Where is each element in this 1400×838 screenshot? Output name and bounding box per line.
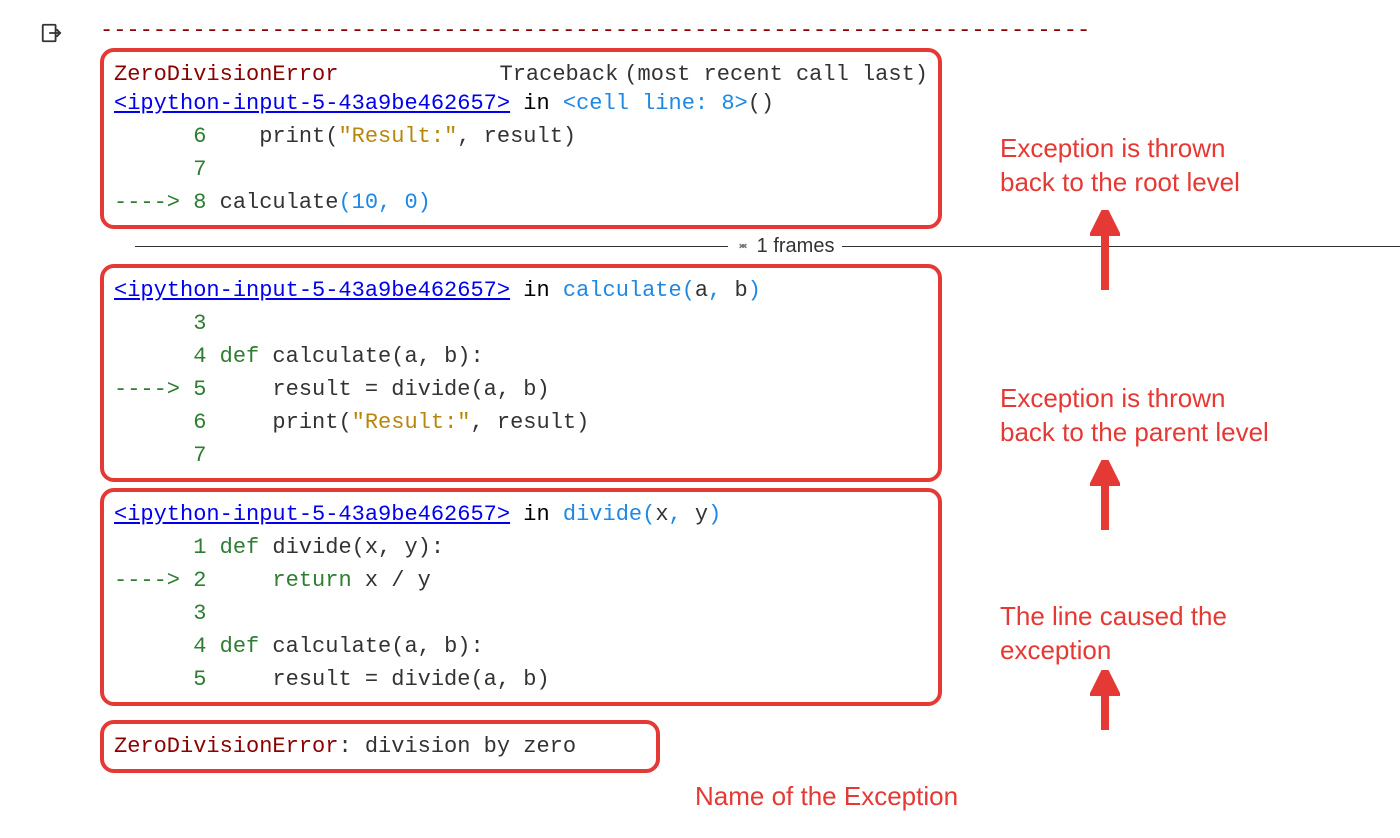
ipython-ref-link[interactable]: <ipython-input-5-43a9be462657> (114, 278, 510, 303)
annotation-parent: Exception is thrownback to the parent le… (1000, 382, 1269, 450)
code-line-current: ----> 2 return x / y (114, 564, 928, 597)
code-line: 4 def calculate(a, b): (114, 340, 928, 373)
frame-origin: <ipython-input-5-43a9be462657> in divide… (100, 488, 942, 706)
error-header: ZeroDivisionError Traceback (most recent… (114, 62, 928, 87)
frame-parent: <ipython-input-5-43a9be462657> in calcul… (100, 264, 942, 482)
code-line: 7 (114, 153, 928, 186)
frame-location: <ipython-input-5-43a9be462657> in calcul… (114, 274, 928, 307)
frames-collapser[interactable]: ⌄⌃ 1 frames (135, 235, 1400, 258)
traceback-note: (most recent call last) (624, 62, 928, 87)
separator-line: ----------------------------------------… (100, 20, 1360, 42)
code-line: 6 print("Result:", result) (114, 120, 928, 153)
final-error-msg: division by zero (365, 734, 576, 759)
frame-location: <ipython-input-5-43a9be462657> in <cell … (114, 87, 928, 120)
frame-root: ZeroDivisionError Traceback (most recent… (100, 48, 942, 229)
code-line: 1 def divide(x, y): (114, 531, 928, 564)
code-line-current: ----> 5 result = divide(a, b) (114, 373, 928, 406)
error-name: ZeroDivisionError (114, 62, 338, 87)
code-line: 3 (114, 307, 928, 340)
annotation-name: Name of the Exception (695, 780, 958, 814)
code-line: 7 (114, 439, 928, 472)
annotation-origin: The line caused theexception (1000, 600, 1227, 668)
code-line: 3 (114, 597, 928, 630)
output-indicator-icon (40, 22, 62, 51)
final-error-line: ZeroDivisionError: division by zero (100, 720, 660, 773)
collapse-icon: ⌄⌃ (736, 238, 751, 256)
code-line: 6 print("Result:", result) (114, 406, 928, 439)
traceback-label: Traceback (500, 62, 619, 87)
frames-label: 1 frames (757, 235, 835, 258)
code-line-current: ----> 8 calculate(10, 0) (114, 186, 928, 219)
ipython-ref-link[interactable]: <ipython-input-5-43a9be462657> (114, 502, 510, 527)
code-line: 4 def calculate(a, b): (114, 630, 928, 663)
arrow-up-icon (1090, 210, 1120, 290)
annotation-root: Exception is thrownback to the root leve… (1000, 132, 1240, 200)
arrow-up-icon (1090, 670, 1120, 730)
code-line: 5 result = divide(a, b) (114, 663, 928, 696)
arrow-up-icon (1090, 460, 1120, 530)
frame-location: <ipython-input-5-43a9be462657> in divide… (114, 498, 928, 531)
ipython-ref-link[interactable]: <ipython-input-5-43a9be462657> (114, 91, 510, 116)
final-error-name: ZeroDivisionError (114, 734, 338, 759)
